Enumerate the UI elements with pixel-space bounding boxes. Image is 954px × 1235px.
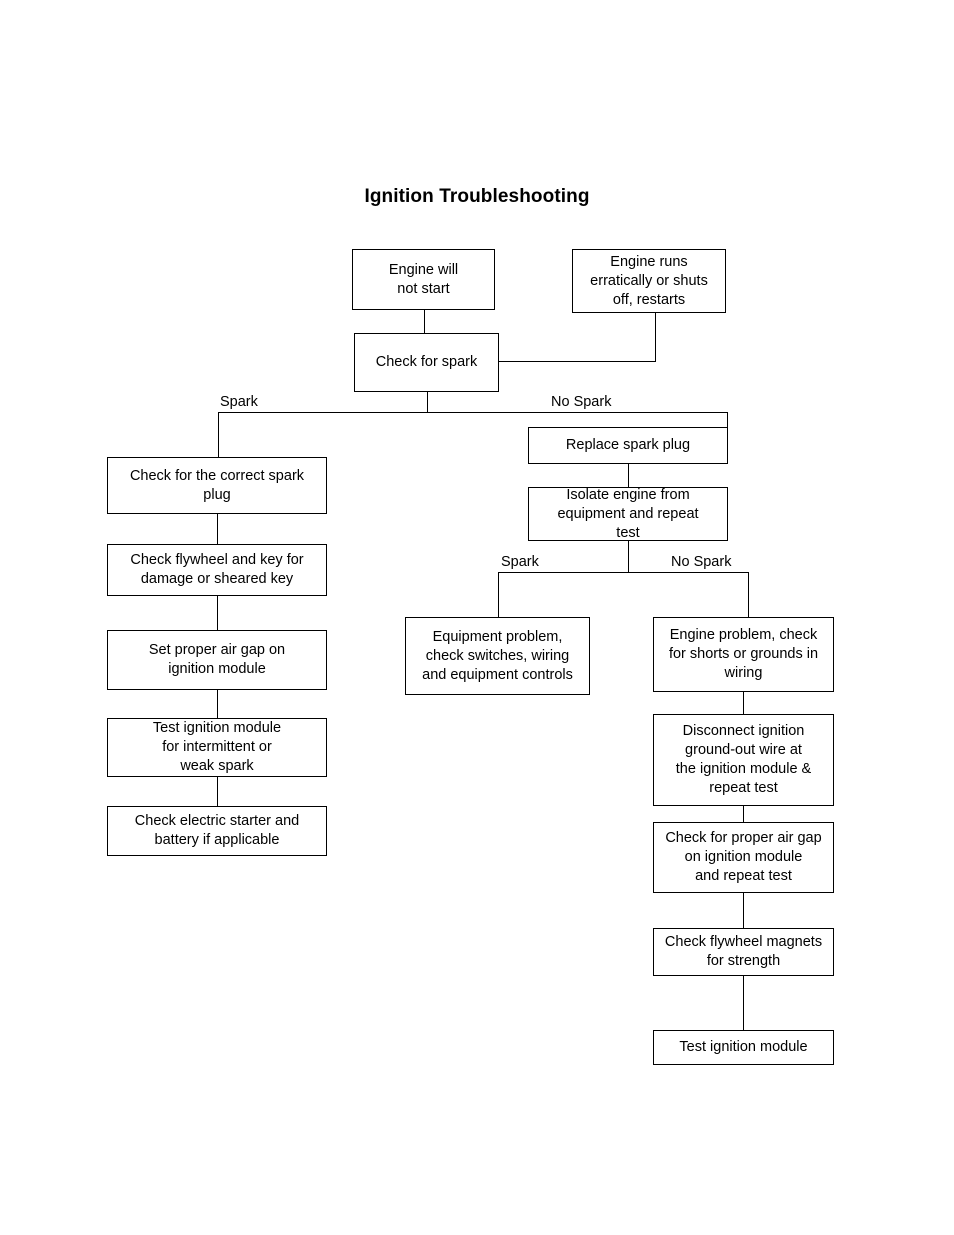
flowchart-node: Test ignition module for intermittent or… <box>107 718 327 777</box>
connector-segment <box>217 596 218 630</box>
connector-segment <box>628 464 629 487</box>
flowchart-node: Check for proper air gap on ignition mod… <box>653 822 834 893</box>
flowchart-node: Disconnect ignition ground-out wire at t… <box>653 714 834 806</box>
connector-segment <box>498 572 749 573</box>
flowchart-node: Check for the correct spark plug <box>107 457 327 514</box>
connector-segment <box>628 541 629 572</box>
branch-label: No Spark <box>551 394 612 410</box>
branch-label: No Spark <box>671 554 732 570</box>
connector-segment <box>743 976 744 1030</box>
flowchart-node: Check flywheel and key for damage or she… <box>107 544 327 596</box>
flowchart-node: Equipment problem, check switches, wirin… <box>405 617 590 695</box>
flowchart-node: Replace spark plug <box>528 427 728 464</box>
connector-segment <box>217 514 218 544</box>
flowchart-node: Check electric starter and battery if ap… <box>107 806 327 856</box>
connector-segment <box>748 572 749 617</box>
branch-label: Spark <box>220 394 258 410</box>
flowchart-node: Engine will not start <box>352 249 495 310</box>
connector-segment <box>218 412 728 413</box>
connector-segment <box>743 806 744 822</box>
connector-segment <box>743 893 744 928</box>
flowchart-node: Engine runs erratically or shuts off, re… <box>572 249 726 313</box>
branch-label: Spark <box>501 554 539 570</box>
flowchart-node: Isolate engine from equipment and repeat… <box>528 487 728 541</box>
flowchart-node: Check for spark <box>354 333 499 392</box>
connector-segment <box>499 361 656 362</box>
connector-segment <box>427 392 428 412</box>
connector-segment <box>498 572 499 617</box>
page-title: Ignition Troubleshooting <box>364 186 590 207</box>
flowchart-node: Set proper air gap on ignition module <box>107 630 327 690</box>
connector-segment <box>424 310 425 333</box>
flowchart-page: Ignition Troubleshooting Engine will not… <box>0 0 954 1235</box>
connector-segment <box>727 412 728 427</box>
connector-segment <box>743 692 744 714</box>
flowchart-node: Engine problem, check for shorts or grou… <box>653 617 834 692</box>
connector-segment <box>217 777 218 806</box>
connector-segment <box>655 313 656 361</box>
connector-segment <box>218 412 219 457</box>
connector-segment <box>217 690 218 718</box>
flowchart-node: Test ignition module <box>653 1030 834 1065</box>
flowchart-node: Check flywheel magnets for strength <box>653 928 834 976</box>
